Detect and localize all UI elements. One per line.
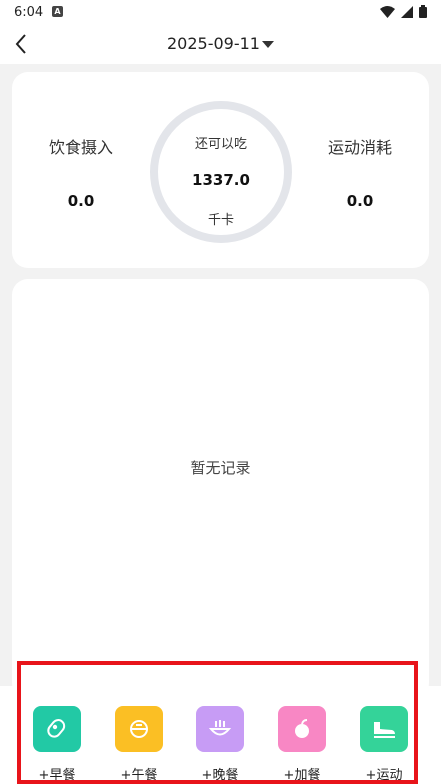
intake-stat: 饮食摄入 0.0 xyxy=(31,134,131,210)
status-icons xyxy=(380,5,427,18)
add-breakfast-label: +早餐 xyxy=(38,768,76,783)
snack-icon xyxy=(278,706,326,752)
add-lunch-label: +午餐 xyxy=(120,768,158,783)
burn-label: 运动消耗 xyxy=(327,138,392,157)
add-actions: +早餐 +午餐 +晚餐 +加餐 +运动 xyxy=(0,706,441,784)
remaining-unit: 千卡 xyxy=(207,213,234,228)
date-text: 2025-09-11 xyxy=(167,34,260,53)
add-dinner-button[interactable]: +晚餐 xyxy=(190,706,250,783)
lunch-icon xyxy=(115,706,163,752)
exercise-icon xyxy=(360,706,408,752)
notification-icon: A xyxy=(52,6,63,17)
add-lunch-button[interactable]: +午餐 xyxy=(109,706,169,783)
burn-stat: 运动消耗 0.0 xyxy=(310,134,410,210)
date-picker[interactable]: 2025-09-11 xyxy=(0,34,441,53)
add-dinner-label: +晚餐 xyxy=(201,768,239,783)
status-bar: 6:04 A xyxy=(0,0,441,26)
top-nav-bar: 2025-09-11 xyxy=(0,26,441,64)
caret-down-icon xyxy=(261,41,274,48)
calorie-summary-card: 饮食摄入 0.0 还可以吃 1337.0 千卡 运动消耗 0.0 xyxy=(12,72,429,268)
intake-value: 0.0 xyxy=(67,192,95,210)
battery-icon xyxy=(419,5,427,18)
add-exercise-button[interactable]: +运动 xyxy=(354,706,414,783)
burn-value: 0.0 xyxy=(346,192,374,210)
add-breakfast-button[interactable]: +早餐 xyxy=(27,706,87,783)
signal-icon xyxy=(401,5,413,18)
records-card: 暂无记录 xyxy=(12,279,429,699)
remaining-label: 还可以吃 xyxy=(194,137,247,152)
dinner-icon xyxy=(196,706,244,752)
breakfast-icon xyxy=(33,706,81,752)
add-snack-label: +加餐 xyxy=(283,768,321,783)
wifi-icon xyxy=(380,5,395,18)
status-time: 6:04 xyxy=(14,5,44,20)
intake-label: 饮食摄入 xyxy=(48,138,113,157)
empty-records-text: 暂无记录 xyxy=(190,459,251,477)
add-snack-button[interactable]: +加餐 xyxy=(272,706,332,783)
remaining-calories-ring: 还可以吃 1337.0 千卡 xyxy=(150,101,292,243)
remaining-value: 1337.0 xyxy=(192,171,250,189)
add-exercise-label: +运动 xyxy=(365,768,403,783)
